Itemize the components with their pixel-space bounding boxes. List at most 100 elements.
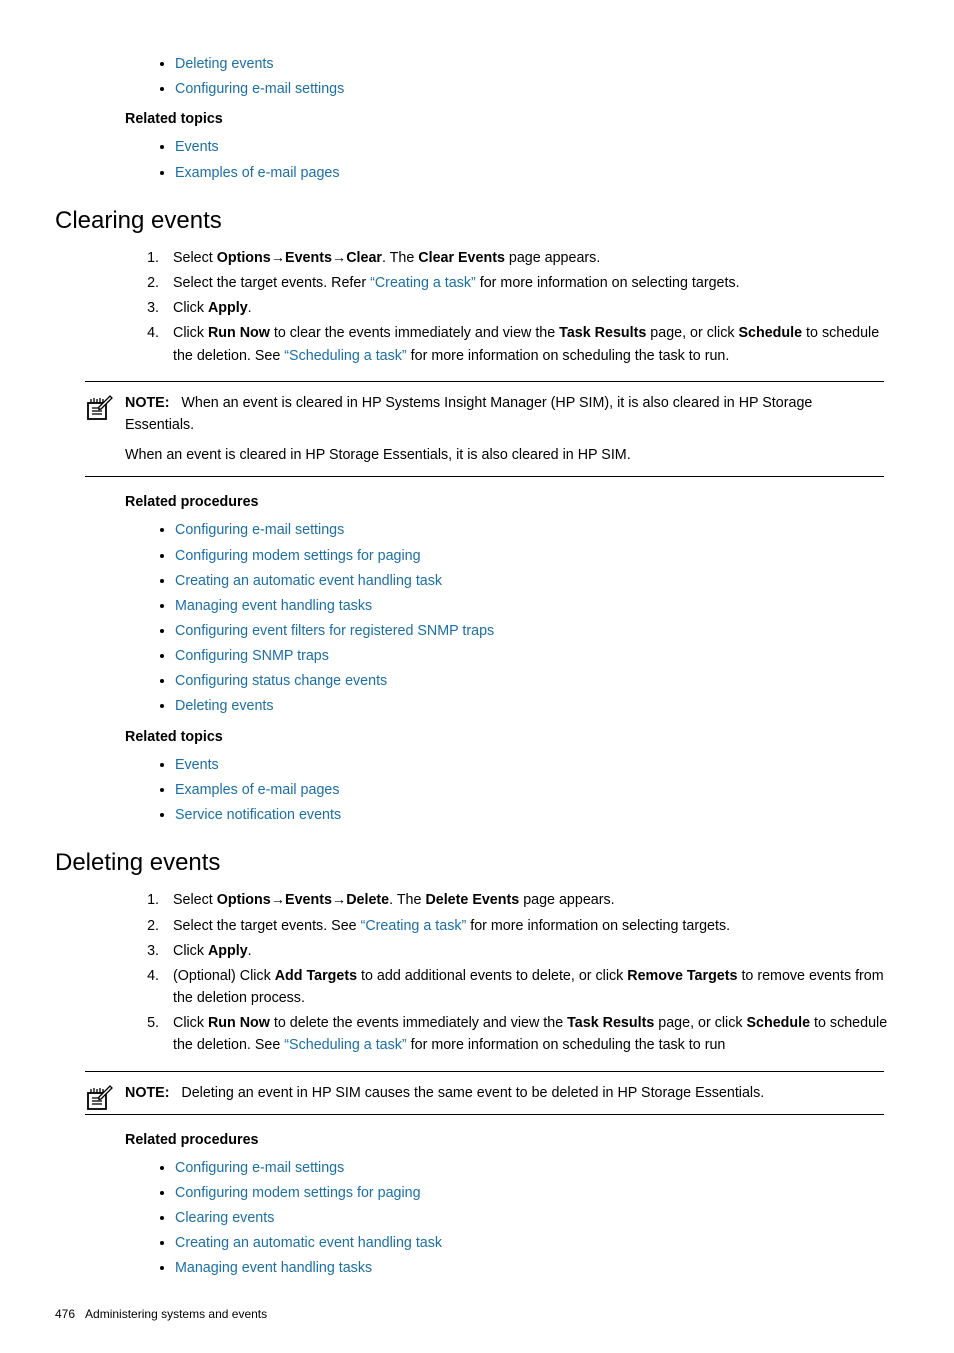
text: Click [173, 1015, 208, 1031]
footer: 476 Administering systems and events [55, 1305, 914, 1324]
text: to clear the events immediately and view… [270, 325, 559, 341]
link[interactable]: Configuring status change events [175, 673, 387, 689]
note-icon [85, 1084, 113, 1119]
text: (Optional) Click [173, 968, 275, 984]
list-item: Examples of e-mail pages [175, 779, 914, 801]
link[interactable]: Configuring modem settings for paging [175, 1185, 421, 1201]
list-item: Configuring event filters for registered… [175, 620, 914, 642]
link[interactable]: Configuring e-mail settings [175, 522, 344, 538]
link-deleting-events[interactable]: Deleting events [175, 56, 274, 72]
clearing-steps: Select Options→Events→Clear. The Clear E… [145, 247, 914, 367]
list-item: Clearing events [175, 1207, 914, 1229]
text-bold: Clear [346, 250, 382, 266]
step-2: Select the target events. Refer “Creatin… [163, 272, 914, 294]
text: page appears. [505, 250, 600, 266]
text-bold: Options [217, 250, 271, 266]
link[interactable]: Configuring event filters for registered… [175, 623, 494, 639]
link-creating-task[interactable]: “Creating a task” [361, 918, 467, 934]
link[interactable]: Managing event handling tasks [175, 598, 372, 614]
link[interactable]: Events [175, 757, 219, 773]
link[interactable]: Managing event handling tasks [175, 1260, 372, 1276]
list-item: Events [175, 136, 914, 158]
page-number: 476 [55, 1307, 75, 1321]
link[interactable]: Clearing events [175, 1210, 274, 1226]
text-bold: Delete Events [425, 892, 519, 908]
note-text-1: Deleting an event in HP SIM causes the s… [181, 1085, 764, 1101]
link[interactable]: Deleting events [175, 698, 274, 714]
text-bold: Remove Targets [627, 968, 737, 984]
link[interactable]: Examples of e-mail pages [175, 782, 340, 798]
list-item: Configuring modem settings for paging [175, 545, 914, 567]
link[interactable]: Creating an automatic event handling tas… [175, 1235, 442, 1251]
related-procedures-heading: Related procedures [125, 491, 914, 513]
text: Select [173, 250, 217, 266]
text: Click [173, 943, 208, 959]
text: . The [389, 892, 425, 908]
arrow-icon: → [332, 892, 346, 908]
link-creating-task[interactable]: “Creating a task” [370, 275, 476, 291]
text: for more information on selecting target… [466, 918, 730, 934]
top-links-2: Events Examples of e-mail pages [175, 136, 914, 183]
step-3: Click Apply. [163, 297, 914, 319]
text-bold: Schedule [746, 1015, 810, 1031]
link[interactable]: Creating an automatic event handling tas… [175, 573, 442, 589]
link-examples-email[interactable]: Examples of e-mail pages [175, 165, 340, 181]
text: for more information on selecting target… [476, 275, 740, 291]
text: for more information on scheduling the t… [407, 348, 730, 364]
related-procedures-heading: Related procedures [125, 1129, 914, 1151]
deleting-note-box: NOTE: Deleting an event in HP SIM causes… [85, 1071, 884, 1115]
link[interactable]: Configuring modem settings for paging [175, 548, 421, 564]
list-item: Configuring e-mail settings [175, 1157, 914, 1179]
link[interactable]: Configuring SNMP traps [175, 648, 329, 664]
list-item: Deleting events [175, 695, 914, 717]
clearing-events-heading: Clearing events [55, 202, 914, 239]
arrow-icon: → [332, 250, 346, 266]
text: page, or click [654, 1015, 746, 1031]
footer-title: Administering systems and events [85, 1307, 267, 1321]
link-configuring-email[interactable]: Configuring e-mail settings [175, 81, 344, 97]
related-topics-heading: Related topics [125, 726, 914, 748]
list-item: Deleting events [175, 53, 914, 75]
note-text-2: When an event is cleared in HP Storage E… [125, 444, 884, 466]
text: . [248, 943, 252, 959]
related-topics-heading: Related topics [125, 108, 914, 130]
text: page, or click [646, 325, 738, 341]
list-item: Examples of e-mail pages [175, 162, 914, 184]
text: to delete the events immediately and vie… [270, 1015, 567, 1031]
clearing-topic-links: Events Examples of e-mail pages Service … [175, 754, 914, 826]
text-bold: Task Results [559, 325, 646, 341]
text-bold: Events [285, 250, 332, 266]
list-item: Configuring SNMP traps [175, 645, 914, 667]
deleting-steps: Select Options→Events→Delete. The Delete… [145, 889, 914, 1056]
note-text-1: When an event is cleared in HP Systems I… [125, 395, 812, 433]
top-links-1: Deleting events Configuring e-mail setti… [175, 53, 914, 100]
text: Select [173, 892, 217, 908]
step-5: Click Run Now to delete the events immed… [163, 1012, 914, 1056]
text: . The [382, 250, 418, 266]
text: . [248, 300, 252, 316]
text: Click [173, 325, 208, 341]
text: page appears. [519, 892, 614, 908]
list-item: Creating an automatic event handling tas… [175, 570, 914, 592]
link[interactable]: Configuring e-mail settings [175, 1160, 344, 1176]
step-2: Select the target events. See “Creating … [163, 915, 914, 937]
link-scheduling-task[interactable]: “Scheduling a task” [284, 348, 406, 364]
text-bold: Apply [208, 943, 248, 959]
text: Select the target events. Refer [173, 275, 370, 291]
text-bold: Apply [208, 300, 248, 316]
list-item: Managing event handling tasks [175, 1257, 914, 1279]
list-item: Managing event handling tasks [175, 595, 914, 617]
link-scheduling-task[interactable]: “Scheduling a task” [284, 1037, 406, 1053]
text-bold: Add Targets [275, 968, 357, 984]
link[interactable]: Service notification events [175, 807, 341, 823]
step-4: (Optional) Click Add Targets to add addi… [163, 965, 914, 1009]
text: Click [173, 300, 208, 316]
clearing-proc-links: Configuring e-mail settings Configuring … [175, 519, 914, 717]
list-item: Configuring e-mail settings [175, 78, 914, 100]
text-bold: Options [217, 892, 271, 908]
link-events[interactable]: Events [175, 139, 219, 155]
step-4: Click Run Now to clear the events immedi… [163, 322, 914, 366]
note-icon [85, 394, 113, 429]
text-bold: Events [285, 892, 332, 908]
list-item: Configuring modem settings for paging [175, 1182, 914, 1204]
